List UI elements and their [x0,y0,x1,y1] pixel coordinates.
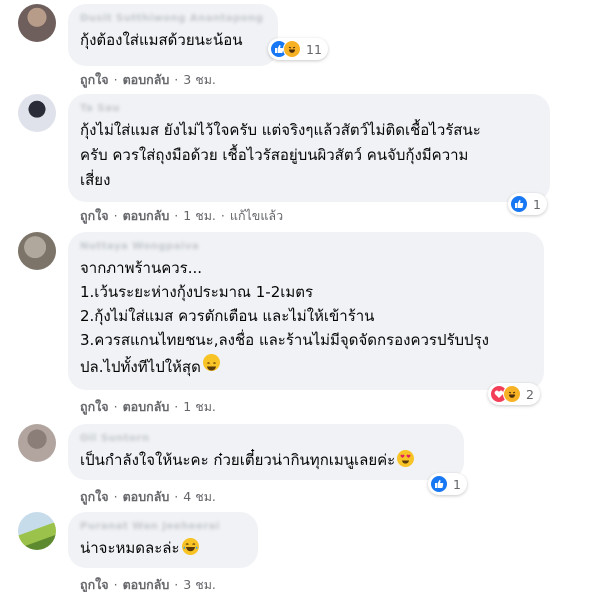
separator-dot: · [174,399,179,414]
edited-label[interactable]: แก้ไขแล้ว [230,208,283,223]
separator-dot: · [220,208,225,223]
commenter-name[interactable]: Oil Suntorn [80,432,452,446]
tears-of-joy-emoji [181,538,199,555]
comment-bubble: Nuttaya Wongpaiva จากภาพร้านควร... 1.เว้… [68,232,544,390]
heart-eyes-emoji [397,450,415,467]
separator-dot: · [113,399,118,414]
comment-actions: ถูกใจ · ตอบกลับ · 1 ชม. [80,397,216,417]
like-link[interactable]: ถูกใจ [80,399,109,414]
like-link[interactable]: ถูกใจ [80,72,109,87]
reply-link[interactable]: ตอบกลับ [123,489,170,504]
commenter-name[interactable]: Ta Sau [80,102,538,116]
comment-actions: ถูกใจ · ตอบกลับ · 3 ชม. [80,70,216,90]
comment-text-line: ครับ ควรใส่ถุงมือด้วย เชื้อไวรัสอยู่บนผิ… [80,146,469,164]
haha-icon [503,385,521,403]
comment-text: ปล.ไปทั้งทีไปให้สุด [80,358,201,376]
avatar[interactable] [18,4,56,42]
reply-link[interactable]: ตอบกลับ [123,208,170,223]
comment-bubble: Puranat Wan Jeeheerai น่าจะหมดละล่ะ [68,512,258,568]
separator-dot: · [113,208,118,223]
comment-time[interactable]: 3 ชม. [183,72,216,87]
comment-time[interactable]: 1 ชม. [183,399,216,414]
comment-text-line: 2.กุ้งไม่ใส่แมส ควรตักเตือน และไม่ให้เข้… [80,307,375,325]
comment-bubble: Dusit Sutthiwong Anantapong กุ้งต้องใส่แ… [68,4,278,66]
separator-dot: · [113,72,118,87]
comment-text: เป็นกำลังใจให้นะคะ ก๋วยเตี๋ยวน่ากินทุกเม… [80,451,396,469]
reaction-summary[interactable]: 1 [428,473,467,495]
reaction-count: 2 [526,386,534,402]
separator-dot: · [174,577,179,592]
reply-link[interactable]: ตอบกลับ [123,72,170,87]
comment-actions: ถูกใจ · ตอบกลับ · 1 ชม. · แก้ไขแล้ว [80,206,283,226]
comment-bubble: Ta Sau กุ้งไม่ใส่แมส ยังไม่ไว้ใจครับ แต่… [68,94,550,202]
commenter-name[interactable]: Dusit Sutthiwong Anantapong [80,12,266,26]
like-icon [430,475,448,493]
like-link[interactable]: ถูกใจ [80,577,109,592]
reaction-summary[interactable]: 11 [268,38,328,60]
reaction-count: 1 [453,476,461,492]
reaction-summary[interactable]: 2 [488,383,540,405]
separator-dot: · [174,208,179,223]
comment-text-line-last: ปล.ไปทั้งทีไปให้สุด [80,352,532,382]
reply-link[interactable]: ตอบกลับ [123,577,170,592]
comment-text-line: กุ้งไม่ใส่แมส ยังไม่ไว้ใจครับ แต่จริงๆแล… [80,121,481,139]
avatar[interactable] [18,424,56,462]
comment-text-line: น่าจะหมดละล่ะ [80,536,246,560]
reaction-count: 1 [533,196,541,212]
comment-text-line: 3.ควรสแกนไทยชนะ,ลงชื่อ และร้านไม่มีจุดจั… [80,331,489,349]
haha-icon [283,40,301,58]
comment-time[interactable]: 1 ชม. [183,208,216,223]
avatar[interactable] [18,232,56,270]
comment-text-line: จากภาพร้านควร... [80,259,203,277]
separator-dot: · [113,489,118,504]
avatar[interactable] [18,94,56,132]
reaction-summary[interactable]: 1 [508,193,547,215]
comment-text-line: เป็นกำลังใจให้นะคะ ก๋วยเตี๋ยวน่ากินทุกเม… [80,448,452,472]
comment-text-line: 1.เว้นระยะห่างกุ้งประมาณ 1-2เมตร [80,283,314,301]
separator-dot: · [174,489,179,504]
separator-dot: · [113,577,118,592]
comment-text: กุ้งต้องใส่แมสด้วยนะน้อน [80,31,243,49]
avatar[interactable] [18,512,56,550]
comment-text-line: เสี่ยง [80,171,111,189]
reaction-count: 11 [306,41,322,57]
comment-text: น่าจะหมดละล่ะ [80,539,180,557]
like-icon [510,195,528,213]
smile-emoji [202,354,220,371]
like-link[interactable]: ถูกใจ [80,489,109,504]
comment-time[interactable]: 3 ชม. [183,577,216,592]
comment-time[interactable]: 4 ชม. [183,489,216,504]
commenter-name[interactable]: Puranat Wan Jeeheerai [80,520,246,534]
commenter-name[interactable]: Nuttaya Wongpaiva [80,240,532,254]
reply-link[interactable]: ตอบกลับ [123,399,170,414]
comment-actions: ถูกใจ · ตอบกลับ · 4 ชม. [80,487,216,507]
comment-actions: ถูกใจ · ตอบกลับ · 3 ชม. [80,575,216,592]
comment-bubble: Oil Suntorn เป็นกำลังใจให้นะคะ ก๋วยเตี๋ย… [68,424,464,480]
separator-dot: · [174,72,179,87]
like-link[interactable]: ถูกใจ [80,208,109,223]
